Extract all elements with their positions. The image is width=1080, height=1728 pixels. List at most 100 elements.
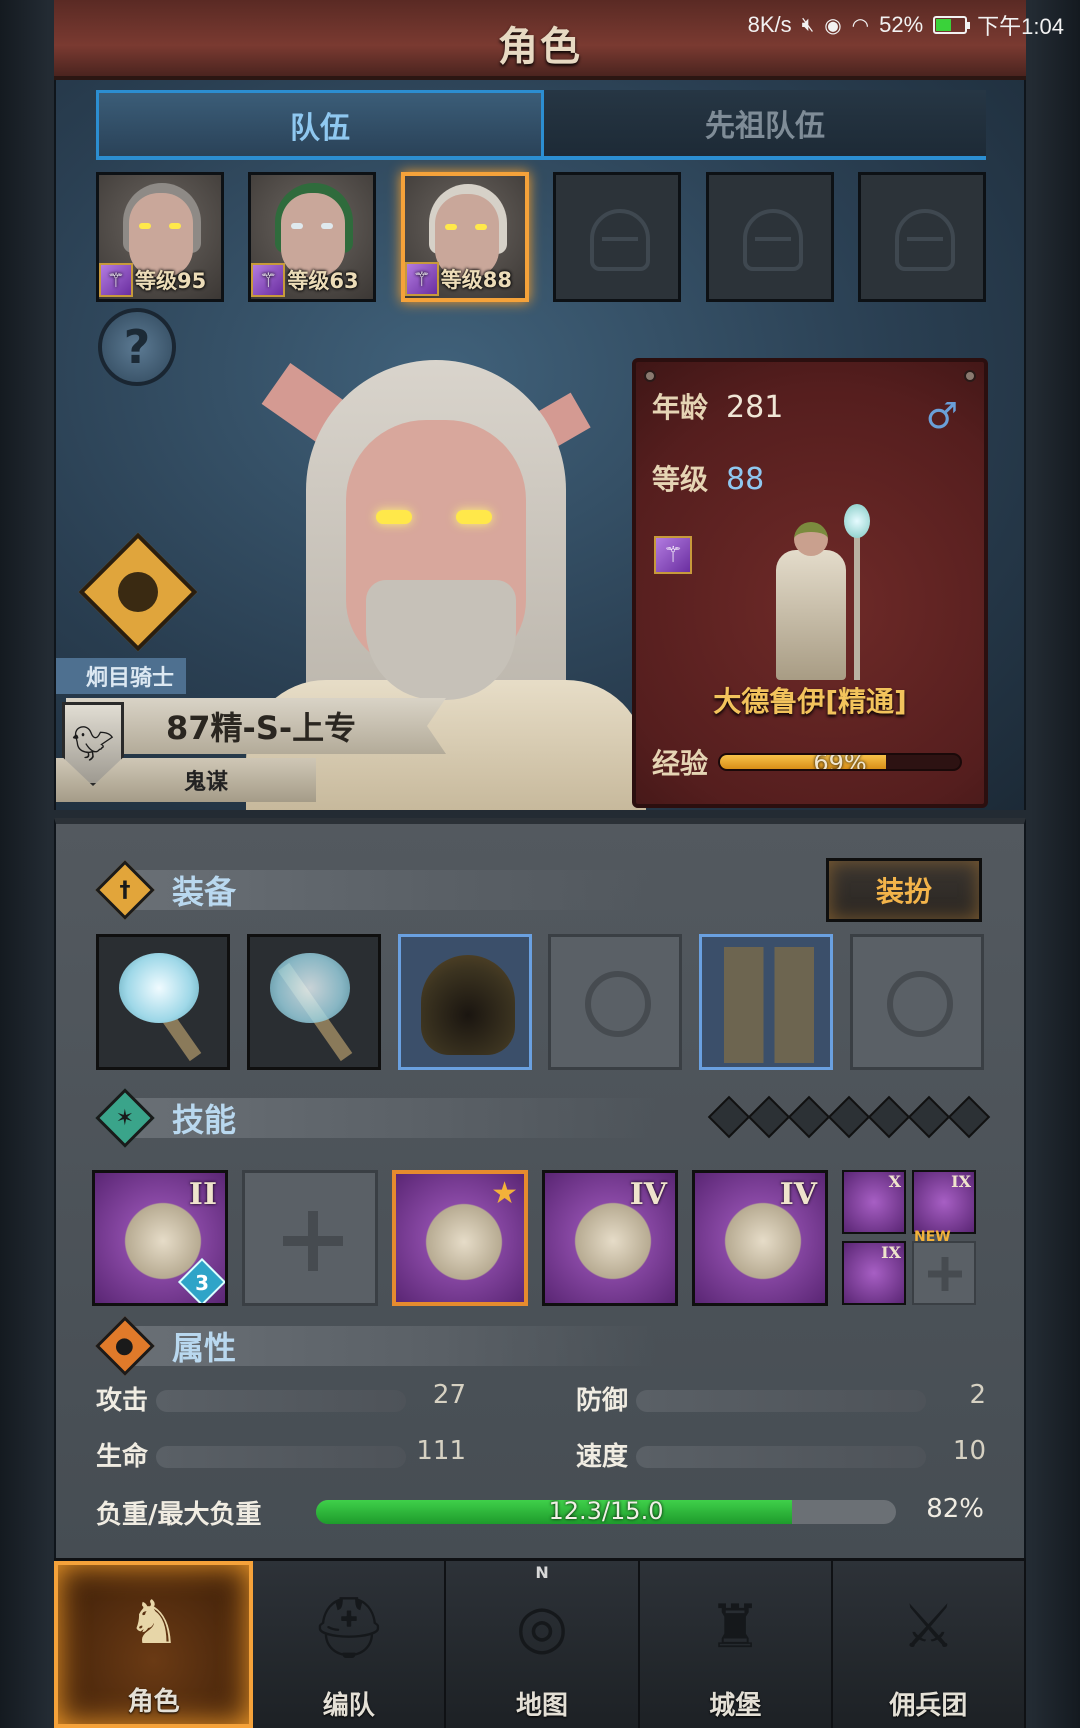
level-tag: ⚚ 等级63 — [251, 263, 359, 297]
crystal-tornado-skill-icon — [420, 1198, 508, 1286]
eye-comfort-icon: ◉ — [824, 14, 842, 37]
class-info-card: 年龄 281 ♂ 等级 88 ⚚ 大德鲁伊[精通] 经验 69% — [632, 358, 988, 808]
team-slot-3-selected[interactable]: ⚚ 等级88 — [400, 172, 529, 302]
level-label: 等级63 — [287, 269, 359, 293]
exp-percent: 69% — [813, 753, 867, 771]
castle-icon: ♜ — [708, 1592, 763, 1662]
potion-icon — [118, 572, 158, 612]
nav-label: 佣兵团 — [889, 1691, 968, 1721]
level-tag: ⚚ 等级95 — [99, 263, 206, 297]
tab-team[interactable]: 队伍 — [96, 90, 544, 160]
passive-skill-burst[interactable]: X — [842, 1170, 906, 1234]
nav-formation[interactable]: ⛑ 编队 — [253, 1561, 447, 1728]
passive-skill-empty[interactable]: NEW — [912, 1229, 976, 1305]
nav-label: 地图 — [516, 1691, 569, 1721]
weight-row: 负重/最大负重 12.3/15.0 82% — [96, 1492, 986, 1536]
hero-eye — [456, 510, 492, 524]
portrait-eye — [139, 223, 151, 229]
druid-body — [776, 550, 846, 680]
weight-value: 12.3/15.0 — [548, 1500, 664, 1524]
team-slot-empty[interactable] — [857, 172, 986, 302]
class-name[interactable]: 大德鲁伊[精通] — [636, 680, 984, 720]
team-slot-empty[interactable] — [553, 172, 682, 302]
skill-rank: II — [188, 1177, 217, 1212]
stat-hp: 生命 111 — [96, 1436, 496, 1476]
equipment-header: † 装备 — [95, 860, 656, 920]
equip-slot-weapon-off[interactable] — [246, 934, 381, 1070]
weight-label: 负重/最大负重 — [96, 1500, 262, 1530]
age-label: 年龄 — [652, 391, 709, 424]
stat-value: 27 — [432, 1380, 466, 1410]
team-slot-1[interactable]: ⚚ 等级95 — [96, 172, 224, 302]
nav-character[interactable]: ♞ 角色 — [54, 1561, 254, 1728]
skill-gem-icon — [747, 1095, 791, 1139]
compass-icon: ◎ — [515, 1592, 569, 1662]
star-icon: ★ — [491, 1176, 518, 1211]
staff-class-icon: ⚚ — [654, 536, 692, 574]
team-slot-empty[interactable] — [705, 172, 834, 302]
skill-slot-empty[interactable] — [242, 1170, 378, 1306]
equipment-slots — [96, 934, 984, 1070]
passive-skill-radiance[interactable]: IX — [912, 1170, 976, 1234]
equip-slot-weapon-main[interactable] — [96, 934, 230, 1070]
skill-gem-icon — [947, 1095, 991, 1139]
stat-value: 2 — [969, 1380, 986, 1410]
skill-slots: II 3 ★ IV IV X IX IX NEW — [92, 1170, 992, 1306]
clock: 下午1:04 — [977, 14, 1064, 39]
outfit-button[interactable]: 装扮 — [826, 858, 982, 922]
level-label: 等级95 — [135, 269, 207, 293]
equip-slot-boots[interactable] — [699, 934, 834, 1070]
empty-skill-cross-icon — [283, 1211, 343, 1271]
team-slot-2[interactable]: ⚚ 等级63 — [248, 172, 377, 302]
level-tag: ⚚ 等级88 — [404, 262, 513, 296]
equip-slot-head[interactable] — [397, 934, 532, 1070]
passive-skill-spear[interactable]: IX — [842, 1241, 906, 1305]
nav-map[interactable]: N ◎ 地图 — [446, 1561, 640, 1728]
skill-gem-icon — [867, 1095, 911, 1139]
skill-gem-icon — [827, 1095, 871, 1139]
mercenary-icon: ⚔ — [901, 1592, 956, 1662]
empty-skill-cross-icon — [928, 1257, 962, 1291]
stat-speed: 速度 10 — [576, 1436, 986, 1476]
nav-castle[interactable]: ♜ 城堡 — [640, 1561, 833, 1728]
details-panel: † 装备 装扮 ✶ 技能 II 3 ★ IV IV X IX IX NEW ● … — [54, 818, 1026, 1558]
skill-slot-crystal-tornado[interactable]: ★ — [392, 1170, 528, 1306]
male-icon: ♂ — [925, 396, 958, 437]
portrait-eye — [169, 223, 181, 229]
hero-eye — [376, 510, 412, 524]
equip-slot-ring[interactable] — [849, 934, 984, 1070]
helmet-icon: ⛑ — [310, 1592, 387, 1663]
passive-skill-grid: X IX IX NEW — [842, 1170, 978, 1306]
skill-rank: X — [888, 1172, 901, 1191]
level-label: 等级88 — [440, 268, 513, 292]
tab-ancestor-team[interactable]: 先祖队伍 — [544, 90, 986, 160]
skill-slot-crystal-hand[interactable]: IV — [542, 1170, 678, 1306]
stat-label: 防御 — [576, 1386, 629, 1416]
skill-slot-tornado[interactable]: II 3 — [92, 1170, 228, 1306]
exp-progress-bar: 69% — [718, 753, 963, 771]
potion-button[interactable] — [78, 532, 198, 652]
empty-helmet-icon — [590, 209, 651, 271]
stat-label: 攻击 — [96, 1386, 149, 1416]
team-tabs: 队伍 先祖队伍 — [96, 90, 986, 160]
attributes-header: ● 属性 — [95, 1316, 656, 1376]
portrait-eye — [474, 224, 487, 230]
rivet — [644, 370, 656, 382]
mute-icon: 🔇︎ — [801, 13, 815, 36]
stat-value: 111 — [416, 1436, 466, 1466]
nav-mercenary[interactable]: ⚔ 佣兵团 — [833, 1561, 1027, 1728]
help-button[interactable]: ? — [98, 308, 176, 386]
staff-class-icon: ⚚ — [404, 262, 439, 296]
nav-label: 城堡 — [709, 1691, 762, 1721]
status-bar: 8K/s 🔇︎ ◉ ◠ 52% 下午1:04 — [0, 0, 1080, 50]
level-label: 等级 — [652, 463, 709, 496]
skill-slot-radiant-staff[interactable]: IV — [692, 1170, 828, 1306]
skill-rank: IX — [951, 1172, 971, 1191]
skill-gem-icon — [707, 1095, 751, 1139]
rivet — [964, 370, 976, 382]
bottom-nav: ♞ 角色 ⛑ 编队 N ◎ 地图 ♜ 城堡 ⚔ 佣兵团 — [54, 1558, 1027, 1728]
skills-header: ✶ 技能 — [95, 1088, 656, 1148]
stat-bar — [156, 1446, 406, 1468]
equip-slot-armor[interactable] — [548, 934, 683, 1070]
stat-value: 10 — [952, 1436, 986, 1466]
